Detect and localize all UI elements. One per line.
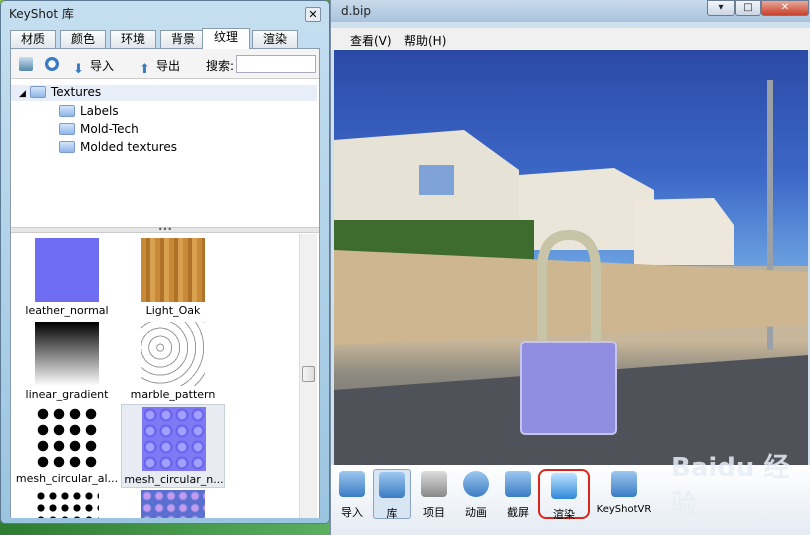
thumb-leather-normal[interactable]: leather_normal [15, 236, 119, 320]
import-icon [339, 471, 365, 497]
render-tool[interactable]: 渲染 [538, 469, 590, 521]
keyshotvr-tool[interactable]: KeyShotVR [593, 469, 655, 519]
thumb-partial-row-1[interactable] [15, 488, 119, 518]
circle-mesh-swatch [35, 406, 99, 470]
villa-right [634, 198, 734, 265]
scrollbar-thumb[interactable] [302, 366, 315, 382]
hex-mesh-swatch [35, 490, 99, 518]
thumb-partial-row-2[interactable] [121, 488, 225, 518]
render-viewport[interactable] [334, 50, 808, 465]
folder-icon [59, 141, 75, 153]
animation-tool[interactable]: 动画 [457, 469, 495, 519]
folder-icon [59, 105, 75, 117]
marble-swatch [141, 322, 205, 386]
library-icon [379, 472, 405, 498]
oak-wood-swatch [141, 238, 205, 302]
minimize-button[interactable]: ▾ [707, 0, 735, 16]
add-folder-button[interactable] [19, 57, 36, 71]
villa-window [419, 165, 454, 195]
export-button[interactable]: ⬆ 导出 [139, 57, 180, 77]
folder-tree: ◢ Textures Labels Mold-Tech Molded textur… [11, 81, 319, 227]
circle-normal-swatch [142, 407, 206, 471]
thumb-linear-gradient[interactable]: linear_gradient [15, 320, 119, 404]
panel-splitter[interactable]: ••• [11, 226, 319, 234]
camera-icon [505, 471, 531, 497]
main-toolbar: 导入 库 项目 动画 截屏 渲染 KeyShotVR Baidu 经验 [331, 453, 810, 535]
library-toolbar: ⬇ 导入 ⬆ 导出 搜索: [11, 49, 319, 79]
close-window-button[interactable]: ✕ [761, 0, 809, 16]
leather-normal-swatch [35, 238, 99, 302]
animation-icon [463, 471, 489, 497]
library-close-button[interactable]: ✕ [305, 7, 321, 22]
tab-colors[interactable]: 颜色 [60, 30, 106, 48]
menu-help[interactable]: 帮助(H) [404, 32, 446, 49]
tab-backgrounds[interactable]: 背景 [160, 30, 206, 48]
tab-textures[interactable]: 纹理 [202, 28, 250, 49]
thumb-light-oak[interactable]: Light_Oak [121, 236, 225, 320]
tree-root-textures[interactable]: ◢ Textures [11, 85, 317, 101]
thumb-marble-pattern[interactable]: marble_pattern [121, 320, 225, 404]
tree-item-labels[interactable]: Labels [59, 104, 119, 118]
search-label: 搜索: [206, 59, 235, 73]
project-icon [421, 471, 447, 497]
gradient-swatch [35, 322, 99, 386]
dome-normal-swatch [141, 490, 205, 518]
main-window-title: d.bip [341, 4, 371, 18]
library-panel: ⬇ 导入 ⬆ 导出 搜索: ◢ Textures Labels Mold-Tech M… [10, 48, 320, 518]
refresh-button[interactable] [45, 57, 62, 71]
thumbnail-grid: leather_normal Light_Oak linear_gradient… [11, 234, 319, 518]
folder-icon [59, 123, 75, 135]
tab-renders[interactable]: 渲染 [252, 30, 298, 48]
import-button[interactable]: ⬇ 导入 [73, 57, 114, 77]
arrow-down-icon: ⬇ [73, 62, 84, 77]
teapot-icon [551, 473, 577, 499]
library-tabs: 材质 颜色 环境 背景 纹理 渲染 [10, 28, 320, 49]
tab-environments[interactable]: 环境 [110, 30, 156, 48]
project-tool[interactable]: 项目 [415, 469, 453, 519]
library-title: KeyShot 库 [9, 7, 74, 21]
arrow-up-icon: ⬆ [139, 62, 150, 77]
stone-wall [334, 250, 808, 345]
thumbnail-scrollbar[interactable] [299, 234, 317, 518]
add-folder-icon [19, 57, 33, 71]
maximize-button[interactable]: □ [735, 0, 761, 16]
refresh-icon [45, 57, 59, 71]
library-window: KeyShot 库 ✕ 材质 颜色 环境 背景 纹理 渲染 ⬇ 导入 ⬆ 导出 搜索… [0, 0, 330, 524]
menu-view[interactable]: 查看(V) [350, 32, 392, 49]
scene-image [334, 80, 808, 465]
watermark: Baidu 经验 [671, 453, 790, 520]
thumb-mesh-circular-alpha[interactable]: mesh_circular_al... [15, 404, 119, 488]
menu-bar: 查看(V) 帮助(H) [331, 28, 810, 50]
main-title-bar: d.bip ▾ □ ✕ [331, 0, 810, 22]
tab-materials[interactable]: 材质 [10, 30, 56, 48]
keyshotvr-icon [611, 471, 637, 497]
padlock-body [520, 341, 617, 435]
screenshot-tool[interactable]: 截屏 [499, 469, 537, 519]
tree-item-molded-textures[interactable]: Molded textures [59, 140, 177, 154]
main-window: d.bip ▾ □ ✕ 查看(V) 帮助(H) 导入 库 项目 动画 截屏 渲染… [330, 0, 810, 535]
tree-item-mold-tech[interactable]: Mold-Tech [59, 122, 139, 136]
import-tool[interactable]: 导入 [333, 469, 371, 519]
folder-icon [29, 86, 46, 98]
library-tool[interactable]: 库 [373, 469, 411, 520]
collapse-arrow-icon: ◢ [19, 89, 26, 99]
thumb-mesh-circular-normal[interactable]: mesh_circular_n... [121, 404, 225, 488]
search-input[interactable] [236, 55, 316, 73]
